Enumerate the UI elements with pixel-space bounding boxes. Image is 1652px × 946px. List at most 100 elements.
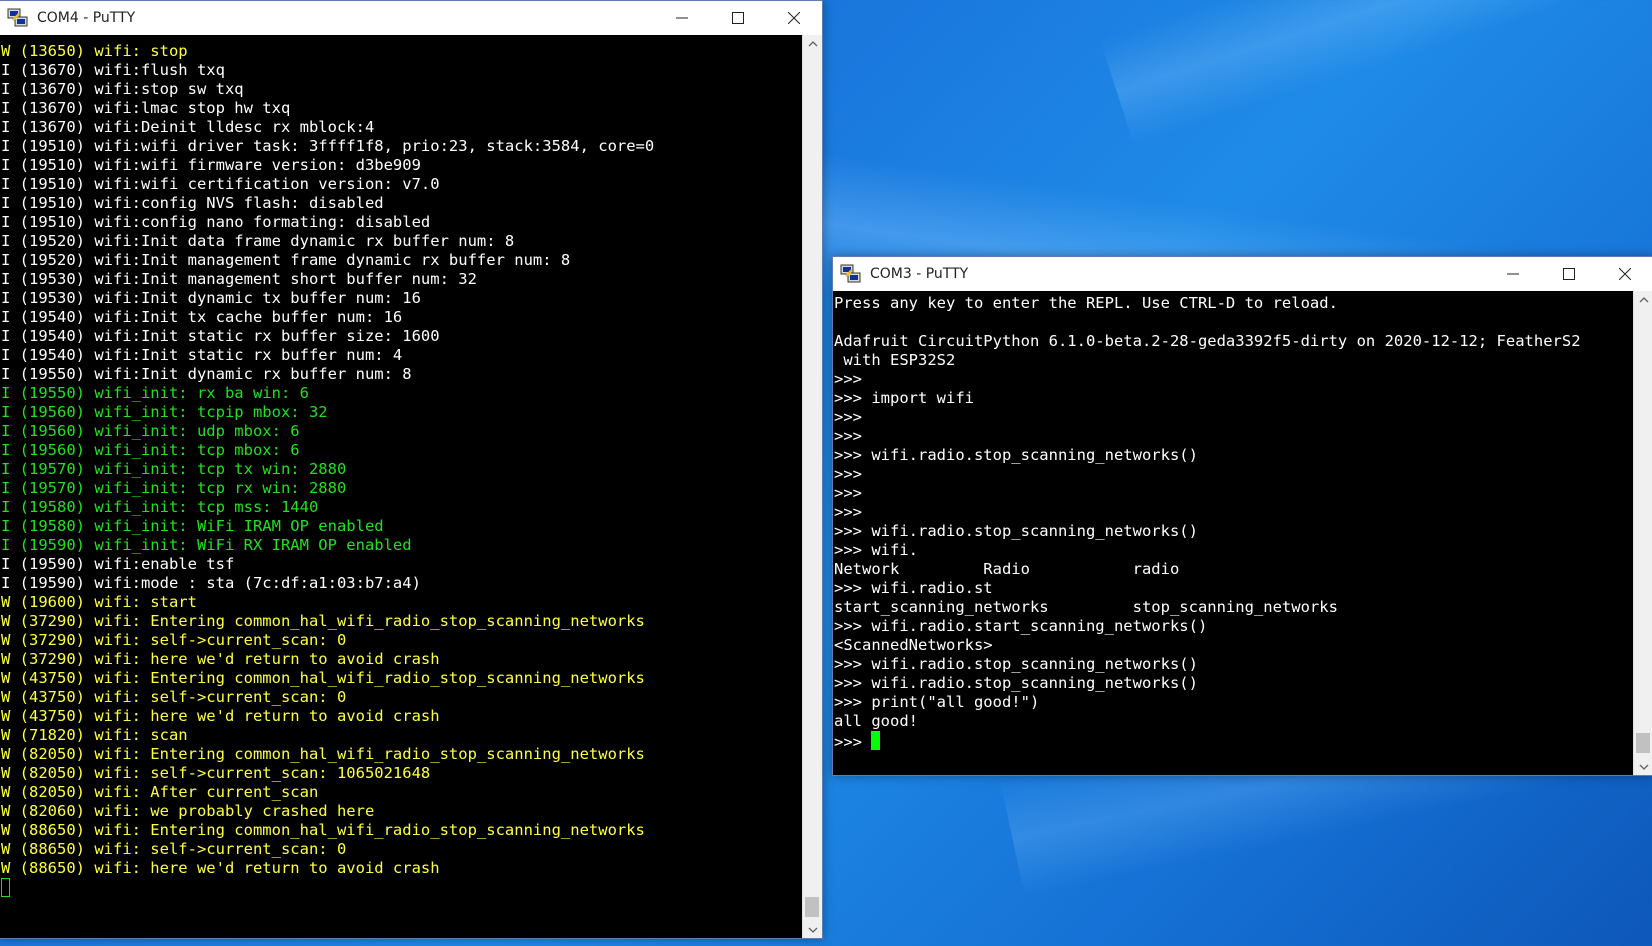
- terminal-line: W (43750) wifi: here we'd return to avoi…: [1, 707, 440, 725]
- scroll-up-icon[interactable]: [1634, 291, 1652, 308]
- text-cursor: [871, 731, 881, 750]
- terminal-line: W (43750) wifi: self->current_scan: 0: [1, 688, 347, 706]
- terminal-line: I (19590) wifi:mode : sta (7c:df:a1:03:b…: [1, 574, 421, 592]
- maximize-button[interactable]: [1541, 257, 1597, 291]
- terminal-line: >>> wifi.radio.stop_scanning_networks(): [834, 655, 1198, 673]
- terminal-line: I (19510) wifi:wifi driver task: 3ffff1f…: [1, 137, 655, 155]
- terminal-line: I (19550) wifi_init: rx ba win: 6: [1, 384, 309, 402]
- terminal-line: I (19540) wifi:Init static rx buffer siz…: [1, 327, 440, 345]
- terminal-line: W (19600) wifi: start: [1, 593, 197, 611]
- terminal-line: with ESP32S2: [834, 351, 956, 369]
- prompt: >>>: [834, 733, 872, 751]
- terminal-line: >>>: [834, 408, 862, 426]
- terminal-line: I (19530) wifi:Init management short buf…: [1, 270, 477, 288]
- terminal-line: I (19590) wifi_init: WiFi RX IRAM OP ena…: [1, 536, 412, 554]
- minimize-button[interactable]: [1485, 257, 1541, 291]
- terminal-line: >>> wifi.radio.start_scanning_networks(): [834, 617, 1208, 635]
- window-title: COM4 - PuTTY: [37, 10, 136, 26]
- wallpaper-light-beam: [1100, 0, 1652, 145]
- putty-window-com3[interactable]: COM3 - PuTTY Press any key to enter the …: [832, 256, 1652, 776]
- terminal-line: >>> print("all good!"): [834, 693, 1040, 711]
- scroll-down-icon[interactable]: [1634, 758, 1652, 775]
- terminal-line: I (19570) wifi_init: tcp rx win: 2880: [1, 479, 347, 497]
- minimize-button[interactable]: [654, 1, 710, 35]
- window-title: COM3 - PuTTY: [870, 266, 969, 282]
- terminal-line: >>>: [834, 465, 862, 483]
- terminal-line: I (19530) wifi:Init dynamic tx buffer nu…: [1, 289, 421, 307]
- terminal-line: W (88650) wifi: Entering common_hal_wifi…: [1, 821, 645, 839]
- scroll-thumb[interactable]: [805, 897, 819, 917]
- close-icon: [1619, 268, 1631, 280]
- terminal-line: >>>: [834, 484, 862, 502]
- terminal-line: W (82050) wifi: Entering common_hal_wifi…: [1, 745, 645, 763]
- terminal-line: W (88650) wifi: self->current_scan: 0: [1, 840, 347, 858]
- putty-window-com4[interactable]: COM4 - PuTTY W (13650) wifi: stop I (1367…: [0, 0, 823, 939]
- terminal-line: W (82060) wifi: we probably crashed here: [1, 802, 375, 820]
- terminal-line: I (19540) wifi:Init tx cache buffer num:…: [1, 308, 403, 326]
- vertical-scrollbar[interactable]: [1633, 291, 1652, 775]
- terminal-line: I (13670) wifi:lmac stop hw txq: [1, 99, 291, 117]
- terminal-line: W (88650) wifi: here we'd return to avoi…: [1, 859, 440, 877]
- terminal-line: >>> wifi.radio.stop_scanning_networks(): [834, 446, 1198, 464]
- minimize-icon: [676, 17, 688, 19]
- close-button[interactable]: [766, 1, 822, 35]
- terminal-line: Network Radio radio: [834, 560, 1180, 578]
- maximize-icon: [1563, 268, 1575, 280]
- terminal-line: all good!: [834, 712, 918, 730]
- terminal-line: W (71820) wifi: scan: [1, 726, 188, 744]
- terminal-line: >>> import wifi: [834, 389, 974, 407]
- terminal-line: I (19540) wifi:Init static rx buffer num…: [1, 346, 403, 364]
- minimize-icon: [1507, 273, 1519, 275]
- terminal-line: >>> wifi.: [834, 541, 918, 559]
- putty-icon[interactable]: [840, 264, 862, 284]
- terminal-line: I (19560) wifi_init: tcp mbox: 6: [1, 441, 300, 459]
- scroll-thumb[interactable]: [1636, 733, 1650, 753]
- terminal-output[interactable]: Press any key to enter the REPL. Use CTR…: [833, 291, 1632, 775]
- terminal-line: I (13670) wifi:Deinit lldesc rx mblock:4: [1, 118, 375, 136]
- terminal-line: I (13670) wifi:stop sw txq: [1, 80, 244, 98]
- scroll-up-icon[interactable]: [803, 35, 822, 52]
- terminal-line: I (19580) wifi_init: WiFi IRAM OP enable…: [1, 517, 384, 535]
- terminal-line: >>>: [834, 503, 862, 521]
- terminal-prompt-line: >>>: [834, 731, 1632, 751]
- terminal-line: I (13670) wifi:flush txq: [1, 61, 225, 79]
- text-cursor: [1, 878, 10, 897]
- terminal-line: I (19520) wifi:Init data frame dynamic r…: [1, 232, 515, 250]
- terminal-line: >>> wifi.radio.stop_scanning_networks(): [834, 522, 1198, 540]
- terminal-line: I (19520) wifi:Init management frame dyn…: [1, 251, 571, 269]
- terminal-line: W (37290) wifi: self->current_scan: 0: [1, 631, 347, 649]
- terminal-line: >>>: [834, 427, 862, 445]
- maximize-icon: [732, 12, 744, 24]
- title-bar[interactable]: COM4 - PuTTY: [0, 1, 822, 35]
- terminal-line: I (19510) wifi:wifi firmware version: d3…: [1, 156, 421, 174]
- terminal-line: W (37290) wifi: Entering common_hal_wifi…: [1, 612, 645, 630]
- close-icon: [788, 12, 800, 24]
- terminal-line: I (19580) wifi_init: tcp mss: 1440: [1, 498, 319, 516]
- terminal-output[interactable]: W (13650) wifi: stop I (13670) wifi:flush…: [0, 35, 801, 938]
- terminal-line: <ScannedNetworks>: [834, 636, 993, 654]
- close-button[interactable]: [1597, 257, 1652, 291]
- terminal-line: Press any key to enter the REPL. Use CTR…: [834, 294, 1338, 312]
- terminal-line: >>> wifi.radio.stop_scanning_networks(): [834, 674, 1198, 692]
- maximize-button[interactable]: [710, 1, 766, 35]
- terminal-line: >>> wifi.radio.st: [834, 579, 993, 597]
- scroll-down-icon[interactable]: [803, 921, 822, 938]
- terminal-line: W (13650) wifi: stop: [1, 42, 188, 60]
- terminal-line: W (43750) wifi: Entering common_hal_wifi…: [1, 669, 645, 687]
- putty-icon[interactable]: [7, 8, 29, 28]
- terminal-line: I (19560) wifi_init: udp mbox: 6: [1, 422, 300, 440]
- terminal-line: I (19510) wifi:wifi certification versio…: [1, 175, 440, 193]
- terminal-line: W (37290) wifi: here we'd return to avoi…: [1, 650, 440, 668]
- terminal-line: W (82050) wifi: After current_scan: [1, 783, 319, 801]
- terminal-line: >>>: [834, 370, 862, 388]
- terminal-line: W (82050) wifi: self->current_scan: 1065…: [1, 764, 431, 782]
- terminal-line: Adafruit CircuitPython 6.1.0-beta.2-28-g…: [834, 332, 1581, 350]
- terminal-line: I (19510) wifi:config NVS flash: disable…: [1, 194, 384, 212]
- terminal-line: I (19560) wifi_init: tcpip mbox: 32: [1, 403, 328, 421]
- title-bar[interactable]: COM3 - PuTTY: [833, 257, 1652, 291]
- vertical-scrollbar[interactable]: [802, 35, 822, 938]
- terminal-cursor-line: [1, 878, 801, 897]
- terminal-line: start_scanning_networks stop_scanning_ne…: [834, 598, 1338, 616]
- terminal-line: I (19590) wifi:enable tsf: [1, 555, 235, 573]
